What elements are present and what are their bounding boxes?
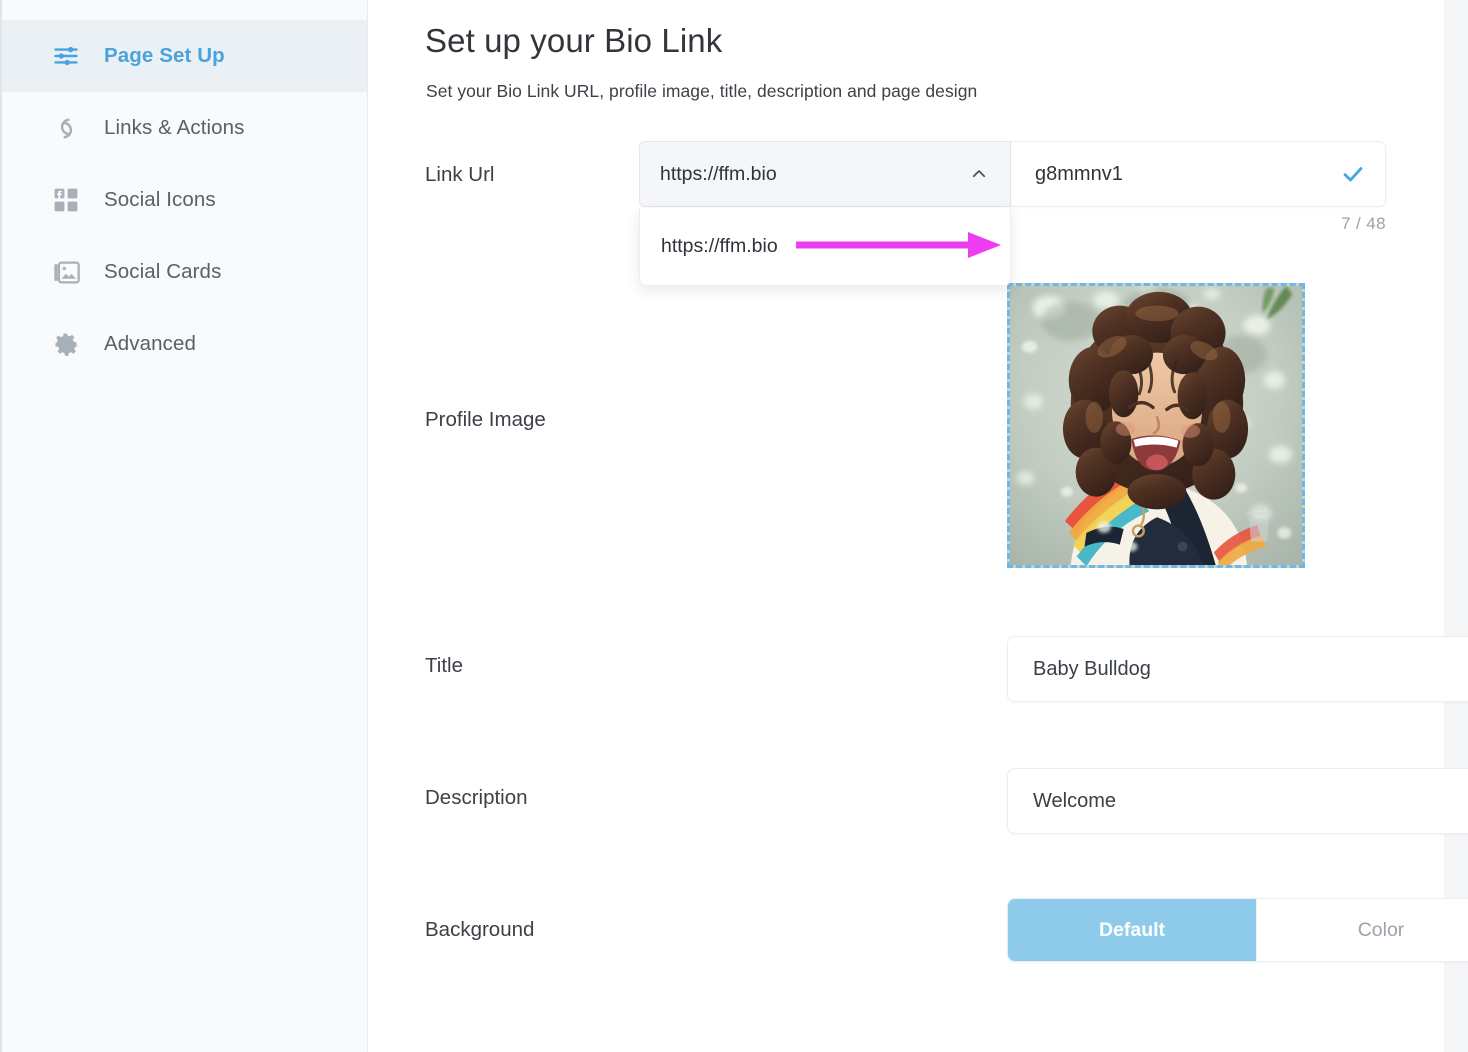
page-subtitle: Set your Bio Link URL, profile image, ti…: [426, 81, 978, 101]
title-field[interactable]: A: [1007, 636, 1468, 702]
sidebar-item-label: Social Icons: [104, 188, 216, 211]
sidebar-item-social-icons[interactable]: Social Icons: [2, 164, 367, 236]
background-tab-default[interactable]: Default: [1008, 899, 1257, 961]
sidebar-item-page-set-up[interactable]: Page Set Up: [2, 20, 367, 92]
link-url-dropdown-menu[interactable]: https://ffm.bio: [639, 208, 1011, 286]
link-url-prefix-select[interactable]: https://ffm.bio: [639, 141, 1011, 207]
link-url-slug-input[interactable]: [1035, 162, 1341, 186]
profile-image-preview[interactable]: [1007, 283, 1305, 568]
link-url-prefix-value: https://ffm.bio: [660, 162, 777, 185]
description-input[interactable]: [1033, 789, 1468, 813]
description-label: Description: [425, 786, 528, 809]
sidebar-item-label: Links & Actions: [104, 116, 245, 139]
right-gutter: [1444, 0, 1468, 1052]
background-tab-color[interactable]: Color: [1257, 899, 1468, 961]
gear-icon: [52, 330, 80, 358]
main-content: Set up your Bio Link Set your Bio Link U…: [368, 0, 1468, 1052]
background-tabs: Default Color Image: [1007, 898, 1468, 962]
description-field[interactable]: A: [1007, 768, 1468, 834]
sidebar-item-label: Social Cards: [104, 260, 222, 283]
trash-icon[interactable]: [1242, 505, 1276, 543]
profile-image-label: Profile Image: [425, 408, 546, 431]
sidebar-item-label: Advanced: [104, 332, 196, 355]
sidebar-item-advanced[interactable]: Advanced: [2, 308, 367, 380]
bio-link-setup-screen: Page Set Up Links & Actions Social Icons…: [0, 0, 1468, 1052]
sidebar-item-links-actions[interactable]: Links & Actions: [2, 92, 367, 164]
link-loop-icon: [52, 114, 80, 142]
check-icon: [1341, 162, 1365, 186]
title-label: Title: [425, 654, 463, 677]
link-url-label: Link Url: [425, 163, 495, 186]
sidebar-item-label: Page Set Up: [104, 44, 225, 67]
chevron-up-icon: [970, 165, 988, 183]
image-card-icon: [52, 258, 80, 286]
link-url-char-counter: 7 / 48: [1341, 214, 1386, 233]
title-input[interactable]: [1033, 657, 1468, 681]
link-url-dropdown-option[interactable]: https://ffm.bio: [640, 208, 1010, 285]
sliders-icon: [52, 42, 80, 70]
grid-social-icon: [52, 186, 80, 214]
page-title: Set up your Bio Link: [425, 22, 723, 59]
link-url-slug-field[interactable]: [1011, 141, 1386, 207]
background-label: Background: [425, 918, 535, 941]
sidebar-nav: Page Set Up Links & Actions Social Icons…: [0, 0, 368, 1052]
sidebar-item-social-cards[interactable]: Social Cards: [2, 236, 367, 308]
